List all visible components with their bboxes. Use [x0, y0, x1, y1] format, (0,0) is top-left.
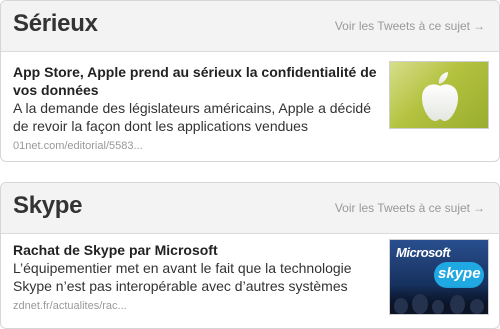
story-title-link[interactable]: Rachat de Skype par Microsoft — [13, 241, 388, 259]
card-header: Sérieux Voir les Tweets à ce sujet → — [1, 1, 499, 52]
story-source-link[interactable]: 01net.com/editorial/5583... — [13, 138, 499, 154]
arrow-right-icon: → — [473, 201, 485, 215]
arrow-right-icon: → — [473, 19, 485, 33]
see-tweets-label: Voir les Tweets à ce sujet — [334, 19, 470, 33]
story-title-link[interactable]: App Store, Apple prend au sérieux la con… — [13, 63, 388, 99]
topic-card-serieux: Sérieux Voir les Tweets à ce sujet → App … — [0, 0, 500, 162]
see-tweets-link[interactable]: Voir les Tweets à ce sujet → — [335, 19, 485, 33]
apple-logo-icon — [422, 72, 458, 121]
see-tweets-label: Voir les Tweets à ce sujet — [334, 201, 470, 215]
card-title: Sérieux — [13, 10, 98, 37]
crowd-silhouette — [390, 286, 488, 314]
story-thumbnail[interactable] — [389, 61, 489, 129]
story-item: App Store, Apple prend au sérieux la con… — [1, 52, 499, 154]
microsoft-logo-text: Microsoft — [396, 245, 451, 260]
story-thumbnail[interactable]: Microsoft skype — [389, 239, 489, 315]
topic-card-skype: Skype Voir les Tweets à ce sujet → Rachat… — [0, 182, 500, 329]
story-summary: A la demande des législateurs américains… — [13, 100, 371, 134]
see-tweets-link[interactable]: Voir les Tweets à ce sujet → — [335, 201, 485, 215]
story-item: Rachat de Skype par Microsoft L’équipeme… — [1, 234, 499, 315]
skype-logo-text: skype — [438, 265, 481, 282]
card-title: Skype — [13, 192, 83, 219]
story-summary: L’équipementier met en avant le fait que… — [13, 260, 352, 294]
card-header: Skype Voir les Tweets à ce sujet → — [1, 183, 499, 234]
